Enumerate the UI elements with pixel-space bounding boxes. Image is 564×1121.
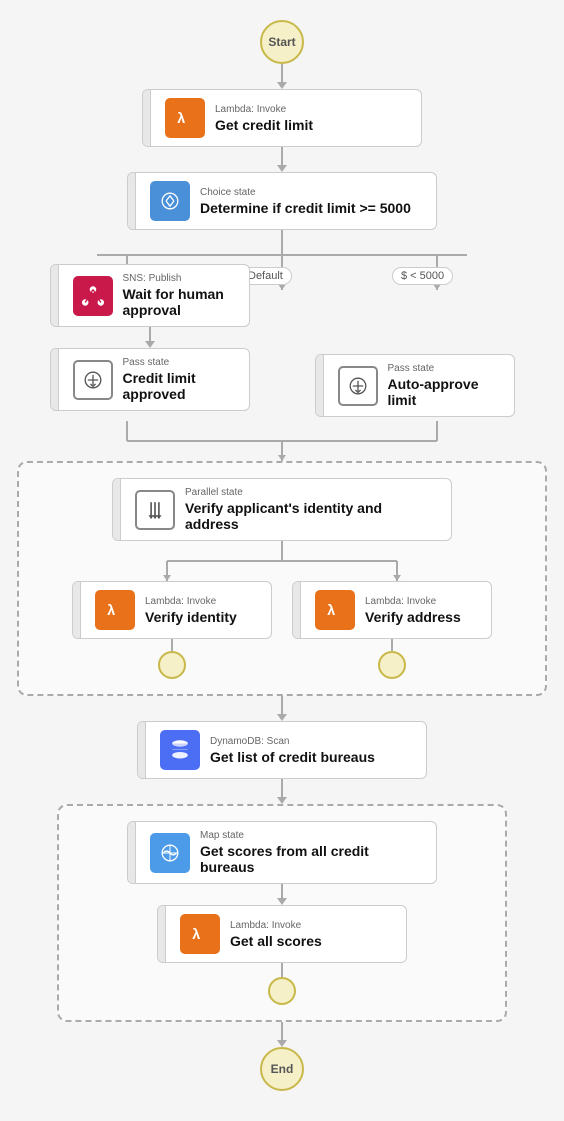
end-node-map [268, 977, 296, 1005]
parallel-type: Parallel state [185, 487, 439, 498]
svg-text:λ: λ [192, 927, 200, 943]
svg-text:λ: λ [327, 603, 335, 619]
card-type-label: Lambda: Invoke [215, 104, 313, 115]
parallel-container: Parallel state Verify applicant's identi… [17, 461, 547, 696]
lambda-address-card[interactable]: λ Lambda: Invoke Verify address [292, 581, 492, 639]
choice-state-card[interactable]: Choice state Determine if credit limit >… [127, 172, 437, 230]
left-bar [143, 90, 151, 146]
right-branch: Pass state Auto-approve limit [315, 264, 515, 417]
svg-text:λ: λ [177, 111, 185, 127]
sns-name: Wait for human approval [123, 286, 237, 318]
svg-text:λ: λ [107, 603, 115, 619]
lambda-identity-type: Lambda: Invoke [145, 596, 237, 607]
pass-approved-icon [73, 360, 113, 400]
workflow-canvas: Start λ Lambda: Invoke Get credit limit [0, 0, 564, 1121]
lambda-all-scores-icon: λ [180, 914, 220, 954]
lambda-all-scores-name: Get all scores [230, 933, 322, 949]
connector-1 [277, 64, 287, 89]
map-type: Map state [200, 830, 424, 841]
lambda-address-type: Lambda: Invoke [365, 596, 461, 607]
dynamo-name: Get list of credit bureaus [210, 749, 375, 765]
choice-type-label: Choice state [200, 187, 411, 198]
lambda-get-credit-card[interactable]: λ Lambda: Invoke Get credit limit [142, 89, 422, 147]
end-node: End [260, 1047, 304, 1091]
lambda-identity-icon: λ [95, 590, 135, 630]
card-name-label: Get credit limit [215, 117, 313, 133]
sns-icon [73, 276, 113, 316]
lambda-identity-card[interactable]: λ Lambda: Invoke Verify identity [72, 581, 272, 639]
dynamo-icon [160, 730, 200, 770]
parallel-branch-identity: λ Lambda: Invoke Verify identity [72, 581, 272, 679]
map-name: Get scores from all credit bureaus [200, 843, 424, 875]
choice-icon [150, 181, 190, 221]
pass-auto-card[interactable]: Pass state Auto-approve limit [315, 354, 515, 417]
pass-auto-type: Pass state [388, 363, 502, 374]
connector-2 [277, 147, 287, 172]
parallel-icon [135, 490, 175, 530]
dynamo-type: DynamoDB: Scan [210, 736, 375, 747]
start-node: Start [260, 20, 304, 64]
pass-approved-type: Pass state [123, 357, 237, 368]
pass-auto-name: Auto-approve limit [388, 376, 502, 408]
end-node-address [378, 651, 406, 679]
pass-approved-name: Credit limit approved [123, 370, 237, 402]
parallel-name: Verify applicant's identity and address [185, 500, 439, 532]
connector-after-map [277, 1022, 287, 1047]
end-node-identity [158, 651, 186, 679]
connector-before-map [277, 779, 287, 804]
branch-area: $ >= 5000 Default $ < 5000 [0, 230, 564, 461]
choice-name-label: Determine if credit limit >= 5000 [200, 200, 411, 216]
parallel-state-card[interactable]: Parallel state Verify applicant's identi… [112, 478, 452, 541]
left-branch: SNS: Publish Wait for human approval [50, 264, 250, 411]
lambda-all-scores-card[interactable]: λ Lambda: Invoke Get all scores [157, 905, 407, 963]
map-state-card[interactable]: Map state Get scores from all credit bur… [127, 821, 437, 884]
lambda-address-name: Verify address [365, 609, 461, 625]
lambda-all-scores-type: Lambda: Invoke [230, 920, 322, 931]
branch-cards-row: SNS: Publish Wait for human approval [17, 264, 547, 417]
lambda-address-icon: λ [315, 590, 355, 630]
map-icon [150, 833, 190, 873]
parallel-branches: λ Lambda: Invoke Verify identity [72, 581, 492, 679]
sns-card[interactable]: SNS: Publish Wait for human approval [50, 264, 250, 327]
parallel-branch-address: λ Lambda: Invoke Verify address [292, 581, 492, 679]
pass-approved-card[interactable]: Pass state Credit limit approved [50, 348, 250, 411]
merge-lines-svg [17, 421, 547, 461]
lambda-icon: λ [165, 98, 205, 138]
lambda-identity-name: Verify identity [145, 609, 237, 625]
branch-label-lt5000: $ < 5000 [392, 267, 453, 285]
pass-auto-icon [338, 366, 378, 406]
map-container: Map state Get scores from all credit bur… [57, 804, 507, 1022]
sns-type: SNS: Publish [123, 273, 237, 284]
parallel-split-svg [52, 541, 512, 581]
dynamo-card[interactable]: DynamoDB: Scan Get list of credit bureau… [137, 721, 427, 779]
connector-after-parallel [277, 696, 287, 721]
